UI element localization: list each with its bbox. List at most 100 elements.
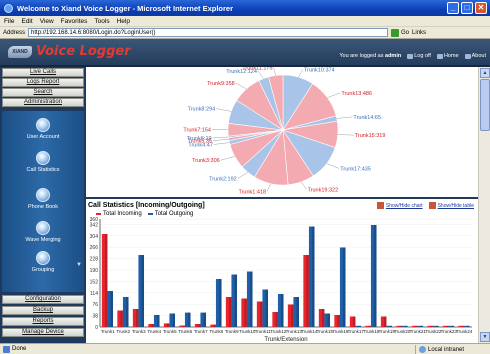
page-scrollbar[interactable]: ▲ ▼ <box>478 67 490 343</box>
bar-shade <box>172 313 176 327</box>
bar <box>334 315 340 327</box>
pie-leader-line <box>337 134 354 136</box>
x-tick-label: Trunk19 <box>379 329 396 334</box>
home-link[interactable]: Home <box>436 53 459 59</box>
pie-slice-label: Trunk17:435 <box>340 166 371 172</box>
home-icon <box>436 53 443 59</box>
bar <box>262 289 269 327</box>
bar <box>396 325 402 327</box>
bar <box>107 291 114 327</box>
y-tick-label: 114 <box>90 291 98 297</box>
nav-reports[interactable]: Reports <box>2 317 84 326</box>
bar-shade <box>306 255 309 327</box>
menu-help[interactable]: Help <box>117 18 130 25</box>
go-button[interactable]: Go <box>391 28 410 37</box>
logoff-label: Log off <box>414 53 431 59</box>
menu-tools[interactable]: Tools <box>94 18 109 25</box>
pie-leader-line <box>301 181 307 190</box>
x-tick-label: Trunk17 <box>348 329 365 334</box>
bar-shade <box>358 325 362 327</box>
address-url: http://192.168.14.6:8080/Login.do?LoginU… <box>31 29 156 36</box>
x-tick-label: Trunk14 <box>301 329 318 334</box>
panel-scroll-down-icon[interactable]: ▼ <box>76 262 82 268</box>
nav-search[interactable]: Search <box>2 88 84 97</box>
bar-shade <box>290 304 294 327</box>
side-grouping[interactable]: Grouping <box>2 251 84 273</box>
nav-manage-device[interactable]: Manage Device <box>2 328 84 337</box>
status-done: Done <box>3 345 27 353</box>
menu-favorites[interactable]: Favorites <box>61 18 88 25</box>
bar-shade <box>250 271 253 327</box>
menu-file[interactable]: File <box>4 18 14 25</box>
bar-shade <box>445 325 449 327</box>
bar-shade <box>166 323 170 327</box>
x-tick-label: Trunk1 <box>101 329 115 334</box>
bar-shade <box>368 325 371 327</box>
status-done-label: Done <box>12 346 27 352</box>
pie-slice-label: Trunk3:306 <box>192 158 220 164</box>
maximize-button[interactable]: □ <box>461 2 473 14</box>
nav-configuration[interactable]: Configuration <box>2 295 84 304</box>
pie-svg: Trunk10:374 Trunk13:486 Trunk14:65 Trunk15:… <box>183 66 385 196</box>
pie-leader-line <box>237 172 249 179</box>
bar <box>417 325 424 327</box>
menu-edit[interactable]: Edit <box>21 18 32 25</box>
pie-leader-line <box>213 142 230 145</box>
bar <box>117 310 123 327</box>
bar-shade <box>126 297 129 327</box>
links-label[interactable]: Links <box>412 30 426 36</box>
x-tick-label: Trunk6 <box>178 329 192 334</box>
about-label: About <box>471 53 486 59</box>
bar <box>148 324 154 327</box>
bar <box>411 325 418 327</box>
bar-shade <box>244 298 247 327</box>
about-link[interactable]: About <box>464 53 486 59</box>
bar-shade <box>197 324 201 327</box>
sidebar: Live Calls Logs Report Search Administra… <box>0 67 86 343</box>
bar-shade <box>337 315 340 327</box>
status-zone: Local intranet <box>415 345 464 354</box>
home-label: Home <box>443 53 459 59</box>
pie-slice-label: Trunk13:486 <box>341 91 372 97</box>
bar-shade <box>203 312 207 327</box>
bar-shade <box>120 310 123 327</box>
bar <box>256 301 263 327</box>
x-tick-label: Trunk15 <box>317 329 334 334</box>
bar-shade <box>141 255 145 327</box>
side-call-statistics-label: Call Statistics <box>26 167 60 173</box>
minimize-button[interactable]: _ <box>447 2 459 14</box>
pie-slice-label: Trunk9:358 <box>207 81 235 87</box>
scroll-down-icon[interactable]: ▼ <box>480 332 490 342</box>
bar-shade <box>296 297 300 327</box>
side-phone-book[interactable]: Phone Book <box>2 188 84 210</box>
bar <box>231 274 238 327</box>
go-label: Go <box>401 29 410 36</box>
nav-backup[interactable]: Backup <box>2 306 84 315</box>
bar <box>277 294 284 327</box>
bar <box>386 325 393 327</box>
admin-icon-panel: User Account Call Statistics Phone Book … <box>2 111 84 292</box>
y-tick-label: 304 <box>90 234 99 240</box>
address-input[interactable]: http://192.168.14.6:8080/Login.do?LoginU… <box>28 28 389 37</box>
scroll-thumb[interactable] <box>480 79 490 131</box>
side-wave-merging[interactable]: Wave Merging <box>2 221 84 243</box>
logoff-link[interactable]: Log off <box>407 53 431 59</box>
side-call-statistics[interactable]: Call Statistics <box>2 151 84 173</box>
bar-shade <box>467 325 470 327</box>
x-tick-label: Trunk4 <box>147 329 161 334</box>
menu-view[interactable]: View <box>40 18 54 25</box>
bar <box>324 313 331 327</box>
scroll-up-icon[interactable]: ▲ <box>480 68 490 78</box>
side-user-account[interactable]: User Account <box>2 118 84 140</box>
bar <box>380 316 387 327</box>
nav-administration[interactable]: Administration <box>2 98 84 107</box>
nav-logs-report[interactable]: Logs Report <box>2 78 84 87</box>
pie-leader-line <box>257 70 264 79</box>
bar <box>349 316 356 327</box>
close-button[interactable]: ✕ <box>475 2 487 14</box>
logged-prefix: You are logged as <box>339 53 384 59</box>
bar <box>153 315 160 327</box>
bar <box>163 323 170 327</box>
side-user-account-label: User Account <box>26 134 60 140</box>
nav-live-calls[interactable]: Live Calls <box>2 68 84 77</box>
